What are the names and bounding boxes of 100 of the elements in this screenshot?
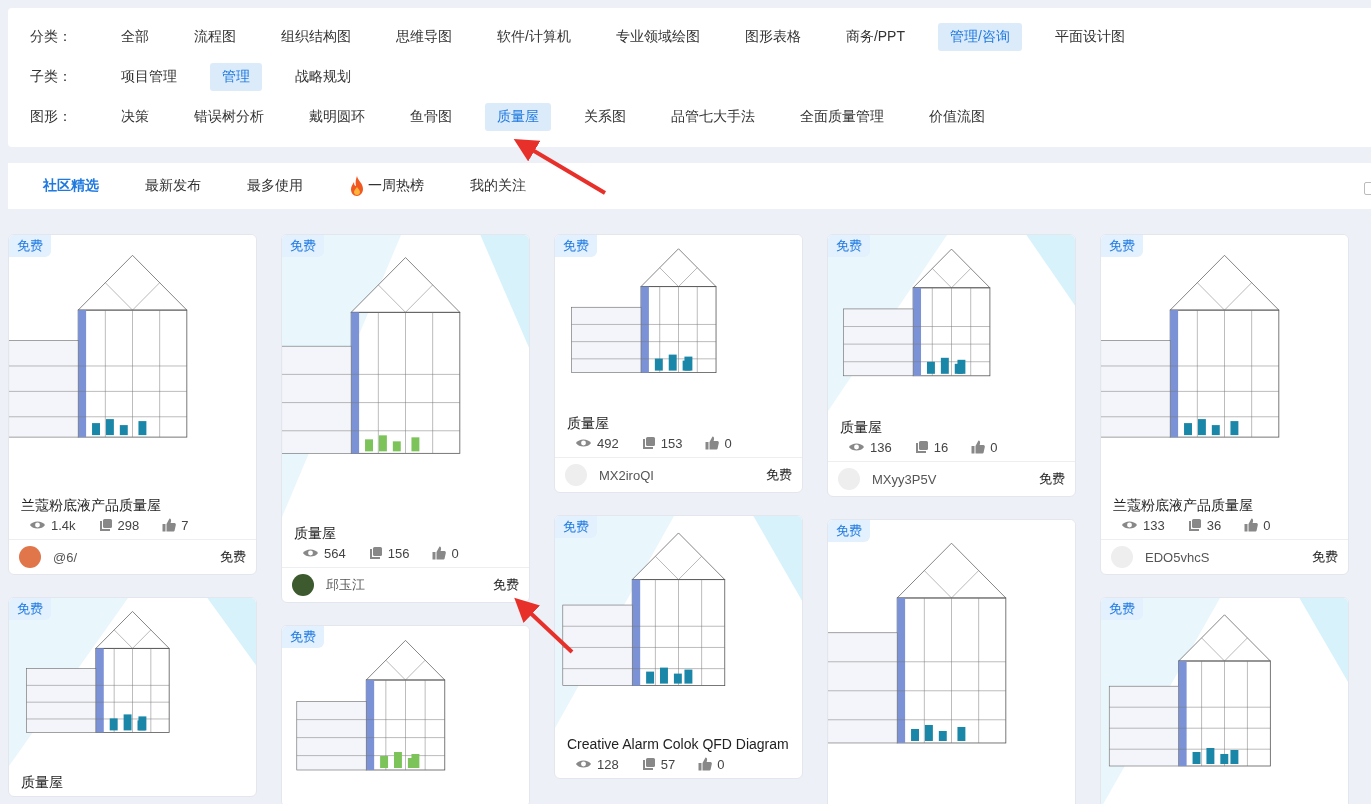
filter-option[interactable]: 平面设计图 [1042,23,1137,51]
filter-label: 分类： [30,28,73,46]
price-label: 免费 [493,576,519,594]
filter-label: 图形： [30,108,73,126]
template-card[interactable]: 免费 [281,625,530,804]
filter-option[interactable]: 图形表格 [732,23,813,51]
copy-count: 16 [933,439,949,455]
like-count: 7 [181,517,189,533]
feed-tab[interactable]: 一周热榜 [337,172,436,200]
free-badge: 免费 [9,598,51,620]
filter-option[interactable]: 专业领域绘图 [603,23,712,51]
card-title: Creative Alarm Colok QFD Diagram [567,735,790,754]
template-card[interactable]: 免费 兰蔻粉底液产品质量屋 1.4k 298 7 @6/ 免费 [8,234,257,575]
filter-option[interactable]: 流程图 [182,23,248,51]
thumbs-up-icon [971,440,986,454]
price-label: 免费 [766,466,792,484]
eye-icon [29,518,46,532]
template-card[interactable]: 免费 兰蔻粉底液产品质量屋 133 36 0 EDO5vhcS 免费 [1100,234,1349,575]
like-count: 0 [717,756,725,772]
card-title: 质量屋 [840,418,883,437]
eye-icon [302,546,319,560]
filter-option[interactable]: 组织结构图 [269,23,363,51]
feed-tab[interactable]: 我的关注 [458,173,538,199]
filter-option[interactable]: 管理/咨询 [938,23,1022,51]
price-label: 免费 [220,548,246,566]
thumbs-up-icon [1244,518,1259,532]
like-count: 0 [1263,517,1271,533]
template-card[interactable]: 免费 [1100,597,1349,804]
copy-count: 156 [387,545,410,561]
like-count: 0 [990,439,998,455]
flame-icon [349,176,365,196]
eye-icon [575,757,592,771]
price-label: 免费 [1039,470,1065,488]
price-label: 免费 [1312,548,1338,566]
filter-option[interactable]: 品管七大手法 [659,103,767,131]
thumbs-up-icon [432,546,447,560]
filter-option[interactable]: 决策 [109,103,161,131]
view-count: 133 [1143,517,1165,533]
eye-icon [848,440,865,454]
template-card[interactable]: 免费 [827,519,1076,804]
filter-option[interactable]: 全面质量管理 [788,103,896,131]
feed-tab[interactable]: 最新发布 [133,173,213,199]
author-name[interactable]: MXyy3P5V [872,471,1027,487]
filter-option[interactable]: 思维导图 [384,23,464,51]
template-card[interactable]: 免费 质量屋 492 153 0 MX2iroQI 免费 [554,234,803,493]
arrow [514,597,574,654]
copy-icon [914,440,929,454]
copy-count: 36 [1206,517,1222,533]
template-card[interactable]: 免费 质量屋 136 16 0 MXyy3P5V 免费 [827,234,1076,497]
free-badge: 免费 [282,626,324,648]
filter-option[interactable]: 质量屋 [485,103,551,131]
template-card[interactable]: 免费 质量屋 564 156 0 邱玉江 免费 [281,234,530,603]
author-name[interactable]: MX2iroQI [599,467,754,483]
filter-option[interactable]: 错误树分析 [182,103,276,131]
template-card[interactable]: 免费 Creative Alarm Colok QFD Diagram 128 57 0 [554,515,803,779]
thumbs-up-icon [705,436,720,450]
like-count: 0 [724,435,732,451]
view-count: 128 [597,756,619,772]
free-badge: 免费 [1101,235,1143,257]
author-name[interactable]: @6/ [53,549,208,565]
view-count: 564 [324,545,346,561]
free-badge: 免费 [555,235,597,257]
card-title: 兰蔻粉底液产品质量屋 [1113,496,1254,515]
card-title: 质量屋 [567,414,610,433]
filter-option[interactable]: 价值流图 [917,103,997,131]
copy-icon [368,546,383,560]
filter-option[interactable]: 软件/计算机 [485,23,583,51]
free-badge: 免费 [555,516,597,538]
like-count: 0 [451,545,459,561]
card-title: 兰蔻粉底液产品质量屋 [21,496,162,515]
view-count: 492 [597,435,619,451]
copy-icon [1187,518,1202,532]
filter-option[interactable]: 戴明圆环 [297,103,377,131]
copy-icon [641,757,656,771]
card-title: 质量屋 [21,773,64,792]
filter-option[interactable]: 全部 [109,23,161,51]
free-badge: 免费 [828,520,870,542]
feed-tab[interactable]: 社区精选 [31,173,111,199]
filter-option[interactable]: 关系图 [572,103,638,131]
filter-option[interactable]: 战略规划 [283,63,363,91]
eye-icon [575,436,592,450]
template-card[interactable]: 免费 质量屋 [8,597,257,797]
author-name[interactable]: 邱玉江 [326,576,481,594]
filter-option[interactable]: 管理 [210,63,262,91]
filter-option[interactable]: 商务/PPT [833,23,917,51]
copy-icon [641,436,656,450]
free-badge: 免费 [1101,598,1143,620]
copy-count: 57 [660,756,676,772]
copy-count: 298 [117,517,140,533]
filter-label: 子类： [30,68,73,86]
thumbs-up-icon [162,518,177,532]
view-count: 136 [870,439,892,455]
filter-option[interactable]: 鱼骨图 [398,103,464,131]
author-name[interactable]: EDO5vhcS [1145,549,1300,565]
filter-option[interactable]: 项目管理 [109,63,189,91]
view-count: 1.4k [51,517,76,533]
card-title: 质量屋 [294,524,337,543]
feed-tab[interactable]: 最多使用 [235,173,315,199]
thumbs-up-icon [698,757,713,771]
eye-icon [1121,518,1138,532]
